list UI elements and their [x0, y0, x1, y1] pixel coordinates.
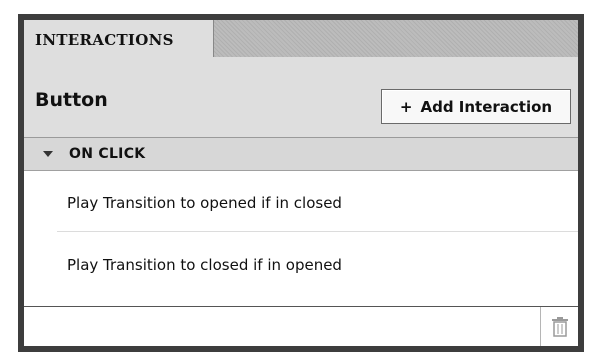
triangle-down-icon[interactable] [43, 151, 53, 157]
plus-icon: + [399, 97, 413, 116]
panel-footer [24, 306, 578, 346]
interaction-item[interactable]: Play Transition to closed if in opened [24, 237, 578, 292]
interaction-label: Play Transition to opened if in closed [67, 193, 342, 212]
add-interaction-label: Add Interaction [420, 97, 553, 116]
interaction-list: Play Transition to opened if in closed P… [24, 171, 578, 306]
interaction-label: Play Transition to closed if in opened [67, 255, 342, 274]
delete-interaction-button[interactable] [540, 307, 578, 346]
divider [57, 231, 578, 232]
on-click-section-header[interactable]: ON CLICK [24, 137, 578, 171]
add-interaction-button[interactable]: + Add Interaction [381, 89, 571, 124]
panel-header: Button + Add Interaction [24, 57, 578, 137]
tab-interactions[interactable]: INTERACTIONS [24, 20, 214, 58]
interaction-item[interactable]: Play Transition to opened if in closed [24, 175, 578, 230]
component-title: Button [35, 89, 108, 111]
tab-bar: INTERACTIONS [24, 20, 578, 58]
trash-icon [551, 316, 568, 337]
section-label: ON CLICK [69, 146, 146, 162]
interactions-panel: INTERACTIONS Button + Add Interaction ON… [18, 14, 584, 352]
